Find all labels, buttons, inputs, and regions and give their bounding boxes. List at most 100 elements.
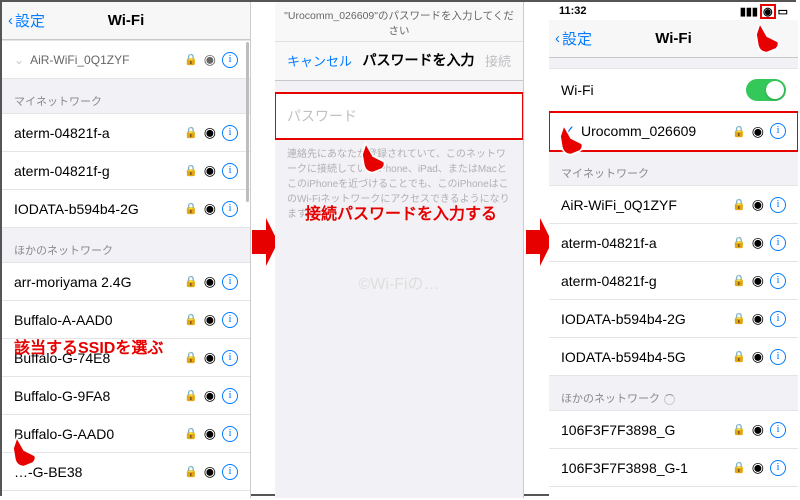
network-row[interactable]: AiR-WiFi_0Q1ZYF🔒◉i (549, 185, 798, 224)
network-ssid: 106F3F7F3898_G-1 (561, 460, 732, 476)
lock-icon: 🔒 (184, 164, 198, 177)
network-ssid: arr-moriyama 2.4G (561, 498, 732, 499)
connected-network-row[interactable]: ⌄ AiR-WiFi_0Q1ZYF 🔒◉i (2, 40, 250, 79)
network-ssid: arr-moriyama 2.4G (14, 274, 184, 290)
lock-icon: 🔒 (732, 236, 746, 249)
network-row[interactable]: IODATA-b594b4-2G🔒◉i (2, 190, 250, 228)
dialog-prompt: "Urocomm_026609"のパスワードを入力してください (275, 2, 523, 42)
wifi-toggle-label: Wi-Fi (561, 82, 746, 98)
info-icon[interactable]: i (770, 197, 786, 213)
wifi-icon: ◉ (204, 162, 216, 179)
cancel-button[interactable]: キャンセル (287, 51, 352, 70)
wifi-icon: ◉ (752, 497, 764, 498)
wifi-icon: ◉ (752, 348, 764, 365)
network-ssid: Buffalo-G-74E8 (14, 350, 184, 366)
dialog-nav: キャンセル パスワードを入力 接続 (275, 42, 523, 81)
other-networks-list: arr-moriyama 2.4G🔒◉iBuffalo-A-AAD0🔒◉iBuf… (2, 262, 250, 498)
network-row[interactable]: arr-moriyama 2.4G🔒◉i (2, 262, 250, 301)
info-icon[interactable]: i (222, 426, 238, 442)
network-row[interactable]: arr-moriyama 2.4G🔒◉i (549, 487, 798, 498)
network-row[interactable]: aterm-04821f-g🔒◉i (549, 262, 798, 300)
connected-network-row[interactable]: ✓ Urocomm_026609 🔒◉i (549, 112, 798, 151)
info-icon[interactable]: i (222, 350, 238, 366)
lock-icon: 🔒 (184, 351, 198, 364)
wifi-icon: ◉ (204, 425, 216, 442)
lock-icon: 🔒 (732, 423, 746, 436)
check-icon: ✓ (561, 122, 577, 140)
network-ssid: Buffalo-A-AAD0 (14, 312, 184, 328)
info-icon[interactable]: i (222, 163, 238, 179)
hint-text: 連絡先にあなたが登録されていて、このネットワークに接続しているiPhone、iP… (275, 139, 523, 230)
status-time: 11:32 (559, 5, 587, 17)
info-icon[interactable]: i (770, 422, 786, 438)
info-icon[interactable]: i (770, 273, 786, 289)
network-row[interactable]: aterm-04821f-g🔒◉i (2, 152, 250, 190)
lock-icon: 🔒 (184, 126, 198, 139)
network-row[interactable]: Buffalo-G-AAD0🔒 ◉ i (2, 415, 250, 453)
network-row[interactable]: iX500-A…YCF04186🔒◉i (2, 491, 250, 498)
info-icon[interactable]: i (222, 52, 238, 68)
my-networks-list: AiR-WiFi_0Q1ZYF🔒◉iaterm-04821f-a🔒◉iaterm… (549, 185, 798, 376)
info-icon[interactable]: i (222, 388, 238, 404)
wifi-icon: ◉ (752, 272, 764, 289)
signal-icon: ▮▮▮ (740, 5, 758, 18)
wifi-icon: ◉ (204, 387, 216, 404)
network-row[interactable]: Buffalo-G-9FA8🔒◉i (2, 377, 250, 415)
toggle-switch[interactable] (746, 79, 786, 101)
back-label: 設定 (15, 10, 45, 31)
info-icon[interactable]: i (770, 460, 786, 476)
wifi-toggle-row[interactable]: Wi-Fi (549, 68, 798, 112)
other-networks-list: 106F3F7F3898_G🔒◉i 106F3F7F3898_G-1 🔒 ◉ i arr-… (549, 410, 798, 498)
network-row[interactable]: IODATA-b594b4-2G🔒◉i (549, 300, 798, 338)
info-icon[interactable]: i (770, 498, 786, 499)
info-icon[interactable]: i (222, 274, 238, 290)
network-ssid: aterm-04821f-a (561, 235, 732, 251)
lock-icon: 🔒 (184, 465, 198, 478)
network-row[interactable]: Buffalo-A-AAD0🔒◉i (2, 301, 250, 339)
info-icon[interactable]: i (770, 235, 786, 251)
network-ssid: …-G-BE38 (14, 464, 184, 480)
info-icon[interactable]: i (222, 201, 238, 217)
network-row[interactable]: Buffalo-G-74E8🔒 ◉ i (2, 339, 250, 377)
network-ssid: Buffalo-G-AAD0 (14, 426, 184, 442)
navbar: ‹ 設定 Wi-Fi (2, 2, 250, 40)
screen-wifi-list: ‹ 設定 Wi-Fi ⌄ AiR-WiFi_0Q1ZYF 🔒◉i マイネットワー… (2, 2, 251, 498)
info-icon[interactable]: i (222, 125, 238, 141)
info-icon[interactable]: i (222, 312, 238, 328)
back-button[interactable]: ‹ 設定 (8, 10, 45, 31)
watermark: ©Wi-Fiの… (275, 270, 523, 294)
info-icon[interactable]: i (770, 349, 786, 365)
network-row[interactable]: 106F3F7F3898_G🔒◉i (549, 410, 798, 449)
wifi-icon: ◉ (204, 200, 216, 217)
lock-icon: 🔒 (732, 312, 746, 325)
network-row[interactable]: IODATA-b594b4-5G🔒◉i (549, 338, 798, 376)
chevron-left-icon: ‹ (8, 12, 13, 29)
wifi-icon: ◉ (204, 273, 216, 290)
lock-icon: 🔒 (184, 427, 198, 440)
page-title: Wi-Fi (655, 30, 692, 47)
info-icon[interactable]: i (770, 311, 786, 327)
network-ssid: IODATA-b594b4-2G (561, 311, 732, 327)
info-icon[interactable]: i (222, 464, 238, 480)
wifi-icon: ◉ (752, 459, 764, 476)
back-label: 設定 (562, 28, 592, 49)
connect-button[interactable]: 接続 (485, 51, 511, 70)
network-ssid: aterm-04821f-a (14, 125, 184, 141)
network-ssid: AiR-WiFi_0Q1ZYF (30, 53, 184, 67)
network-ssid: Buffalo-G-9FA8 (14, 388, 184, 404)
password-input[interactable]: パスワード (275, 93, 523, 139)
wifi-icon: ◉ (752, 234, 764, 251)
network-ssid: IODATA-b594b4-2G (14, 201, 184, 217)
info-icon[interactable]: i (770, 123, 786, 139)
network-row[interactable]: aterm-04821f-a🔒 ◉ i (549, 224, 798, 262)
network-row[interactable]: aterm-04821f-a🔒◉i (2, 113, 250, 152)
wifi-icon: ◉ (204, 349, 216, 366)
dialog-title: パスワードを入力 (363, 50, 475, 70)
network-row[interactable]: 106F3F7F3898_G-1🔒◉i (549, 449, 798, 487)
lock-icon: 🔒 (732, 198, 746, 211)
back-button[interactable]: ‹ 設定 (555, 28, 592, 49)
scrollbar[interactable] (246, 42, 249, 202)
network-ssid: aterm-04821f-g (561, 273, 732, 289)
network-row[interactable]: …-G-BE38🔒◉i (2, 453, 250, 491)
section-other-networks: ほかのネットワーク (549, 376, 798, 410)
